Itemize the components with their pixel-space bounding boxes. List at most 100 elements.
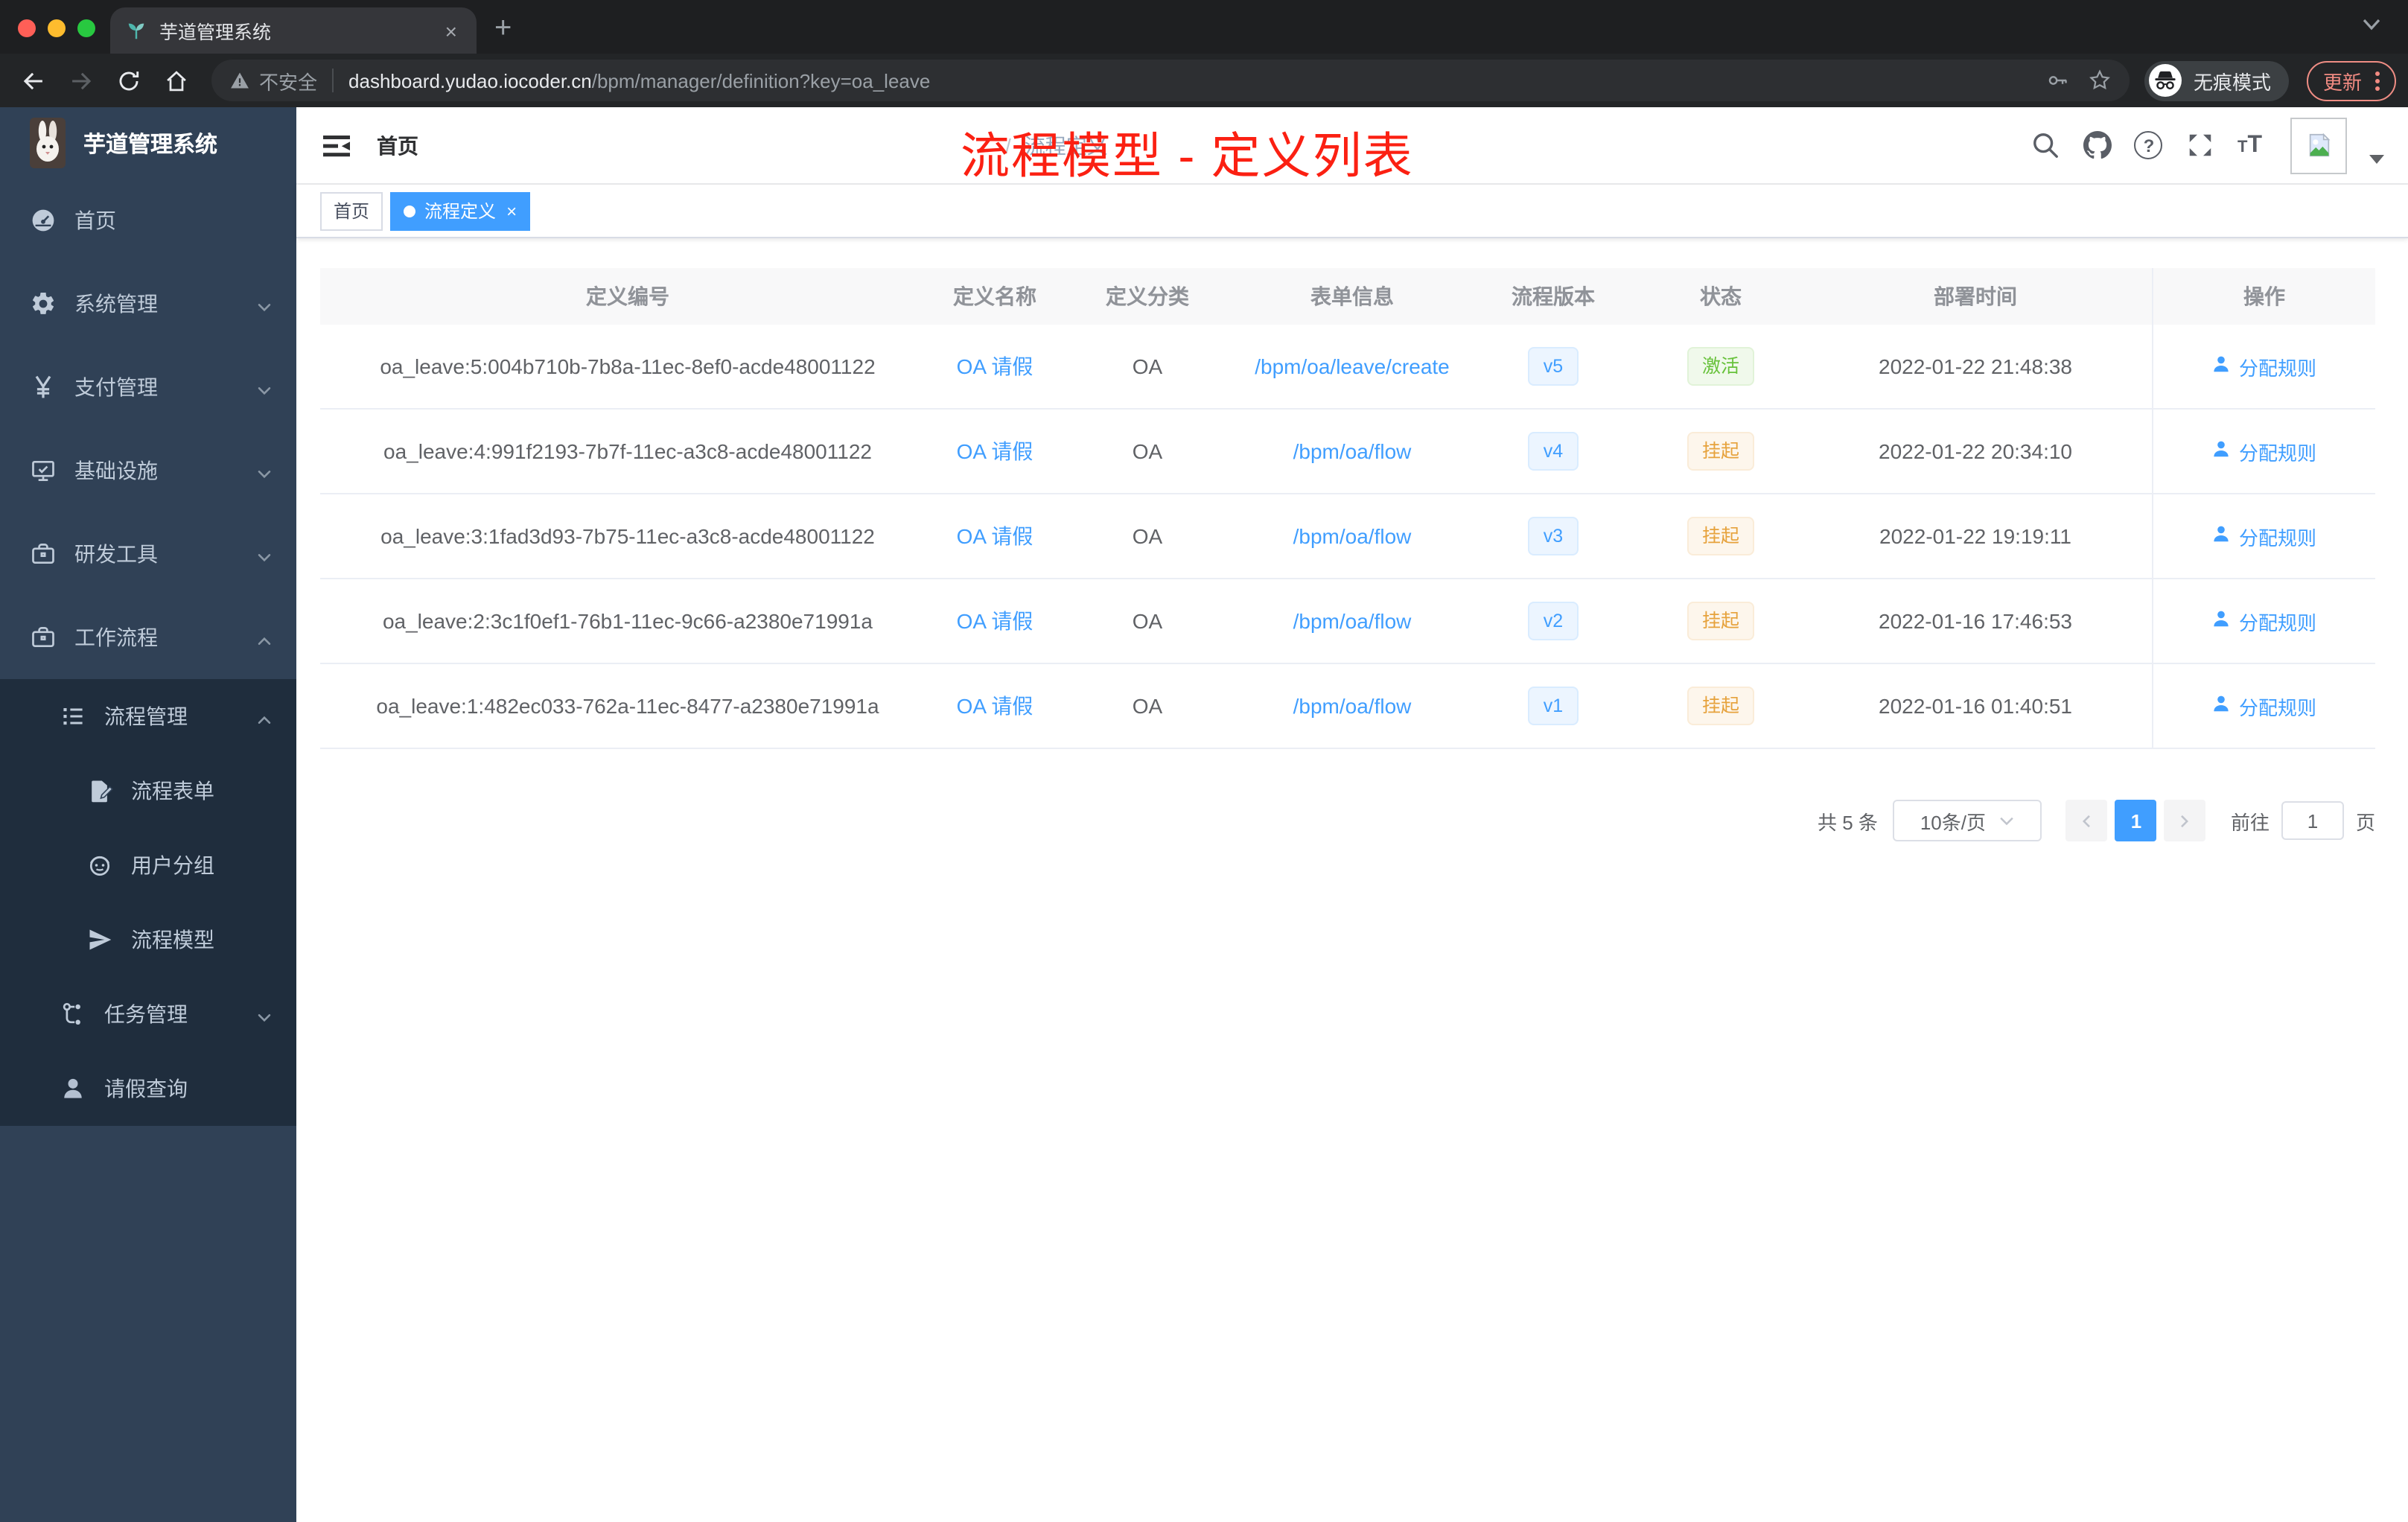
status-badge: 激活 [1686, 347, 1754, 386]
search-button[interactable] [2030, 130, 2060, 160]
bookmark-star-icon[interactable] [2088, 69, 2112, 92]
back-button[interactable] [12, 60, 54, 101]
form-info-link[interactable]: /bpm/oa/flow [1293, 694, 1412, 718]
browser-tab[interactable]: 芋道管理系统 × [110, 7, 477, 54]
reload-button[interactable] [107, 60, 149, 101]
tag-close-icon[interactable]: × [506, 202, 517, 220]
prev-page-button[interactable] [2065, 800, 2108, 841]
form-info-link[interactable]: /bpm/oa/flow [1293, 439, 1412, 463]
assign-rule-link[interactable]: 分配规则 [2212, 692, 2316, 720]
next-page-button[interactable] [2164, 800, 2206, 841]
assign-rule-label: 分配规则 [2238, 442, 2316, 464]
sidebar-item-task-management[interactable]: 任务管理 [0, 977, 296, 1051]
sidebar-item-leave-query[interactable]: 请假查询 [0, 1051, 296, 1126]
form-info-link[interactable]: /bpm/oa/flow [1293, 524, 1412, 548]
column-header-status: 状态 [1700, 284, 1742, 308]
window-zoom-button[interactable] [77, 19, 95, 37]
user-icon [2212, 524, 2232, 548]
user-icon [60, 1075, 86, 1102]
sidebar-item-dev-tools[interactable]: 研发工具 [0, 512, 296, 596]
sidebar-item-infrastructure[interactable]: 基础设施 [0, 429, 296, 512]
tab-close-icon[interactable]: × [441, 19, 462, 42]
user-icon [2212, 354, 2232, 378]
sidebar-item-process-form[interactable]: 流程表单 [0, 754, 296, 828]
assign-rule-label: 分配规则 [2238, 526, 2316, 549]
key-icon[interactable] [2046, 69, 2070, 92]
sidebar-item-payment-management[interactable]: 支付管理 [0, 346, 296, 429]
status-badge: 挂起 [1686, 687, 1754, 725]
browser-menu-icon[interactable] [2375, 71, 2380, 90]
sidebar-item-label: 流程管理 [104, 704, 188, 728]
version-badge: v2 [1528, 602, 1579, 640]
chevron-up-icon [256, 629, 273, 646]
incognito-icon [2148, 64, 2182, 97]
sidebar-item-label: 支付管理 [74, 375, 158, 399]
definition-name-link[interactable]: OA 请假 [957, 439, 1033, 463]
page-size-value: 10条/页 [1920, 811, 1986, 833]
tag-process-definition-label: 流程定义 [424, 201, 497, 222]
sidebar-item-home[interactable]: 首页 [0, 179, 296, 262]
security-label: 不安全 [259, 71, 318, 93]
form-info-link[interactable]: /bpm/oa/flow [1293, 609, 1412, 633]
assign-rule-link[interactable]: 分配规则 [2212, 437, 2316, 465]
goto-page-input[interactable] [2281, 801, 2344, 840]
window-close-button[interactable] [18, 19, 36, 37]
page-size-select[interactable]: 10条/页 [1892, 800, 2042, 841]
column-header-definition-id: 定义编号 [586, 284, 669, 308]
assign-rule-link[interactable]: 分配规则 [2212, 607, 2316, 635]
chevron-down-icon [256, 1006, 273, 1022]
sidebar-item-workflow[interactable]: 工作流程 [0, 596, 296, 679]
paper-plane-icon [86, 926, 113, 953]
help-icon[interactable]: ? [2134, 131, 2163, 159]
sidebar-item-label: 任务管理 [104, 1002, 188, 1026]
definition-name-link[interactable]: OA 请假 [957, 524, 1033, 548]
breadcrumb-home[interactable]: 首页 [377, 130, 992, 160]
assign-rule-link[interactable]: 分配规则 [2212, 352, 2316, 380]
toolbox-icon [30, 541, 57, 567]
fullscreen-button[interactable] [2185, 130, 2215, 160]
category-cell: OA [1132, 439, 1163, 463]
definition-name-link[interactable]: OA 请假 [957, 609, 1033, 633]
assign-rule-label: 分配规则 [2238, 696, 2316, 719]
sidebar-item-label: 系统管理 [74, 292, 158, 316]
sidebar-fold-icon[interactable] [320, 129, 353, 162]
tag-home-label: 首页 [334, 201, 370, 222]
font-size-button[interactable]: TT [2237, 132, 2262, 159]
tag-home[interactable]: 首页 [320, 191, 383, 230]
avatar[interactable] [2290, 117, 2347, 173]
definition-name-link[interactable]: OA 请假 [957, 694, 1033, 718]
sidebar-item-process-model[interactable]: 流程模型 [0, 902, 296, 977]
tab-search-chevron-icon[interactable] [2362, 18, 2381, 31]
github-icon [2083, 131, 2112, 159]
new-tab-button[interactable]: + [494, 7, 512, 49]
definition-name-link[interactable]: OA 请假 [957, 354, 1033, 378]
window-minimize-button[interactable] [48, 19, 66, 37]
user-menu-caret-icon[interactable] [2369, 154, 2384, 163]
user-icon [2212, 694, 2232, 718]
tag-process-definition[interactable]: 流程定义 × [390, 191, 531, 230]
address-bar[interactable]: 不安全 dashboard.yudao.iocoder.cn /bpm/mana… [211, 60, 2130, 101]
flow-icon [60, 1001, 86, 1028]
github-link[interactable] [2083, 130, 2112, 160]
browser-update-button[interactable]: 更新 [2306, 60, 2396, 101]
app-logo-image [30, 118, 66, 168]
sidebar-item-process-management[interactable]: 流程管理 [0, 679, 296, 754]
sidebar-item-user-group[interactable]: 用户分组 [0, 828, 296, 902]
sidebar-item-system-management[interactable]: 系统管理 [0, 262, 296, 346]
pagination-total: 共 5 条 [1818, 811, 1878, 833]
assign-rule-label: 分配规则 [2238, 611, 2316, 634]
sidebar-item-label: 基础设施 [74, 459, 158, 483]
page-number-1[interactable]: 1 [2115, 800, 2157, 841]
reload-icon [118, 71, 138, 90]
browser-toolbar: 不安全 dashboard.yudao.iocoder.cn /bpm/mana… [0, 54, 2408, 107]
forward-button[interactable] [60, 60, 101, 101]
home-button[interactable] [155, 60, 197, 101]
form-info-link[interactable]: /bpm/oa/leave/create [1255, 354, 1450, 378]
deploy-time-cell: 2022-01-22 19:19:11 [1879, 524, 2071, 548]
sidebar-item-label: 首页 [74, 208, 116, 232]
forward-arrow-icon [71, 71, 91, 89]
assign-rule-link[interactable]: 分配规则 [2212, 522, 2316, 550]
table-row: oa_leave:1:482ec033-762a-11ec-8477-a2380… [320, 664, 2375, 749]
pagination: 共 5 条 10条/页 1 前往 1 页 [320, 800, 2375, 841]
sidebar-menu: 首页系统管理支付管理基础设施研发工具 工作流程流程管理流程表单 用户分组 流程模型任务… [0, 179, 296, 1126]
